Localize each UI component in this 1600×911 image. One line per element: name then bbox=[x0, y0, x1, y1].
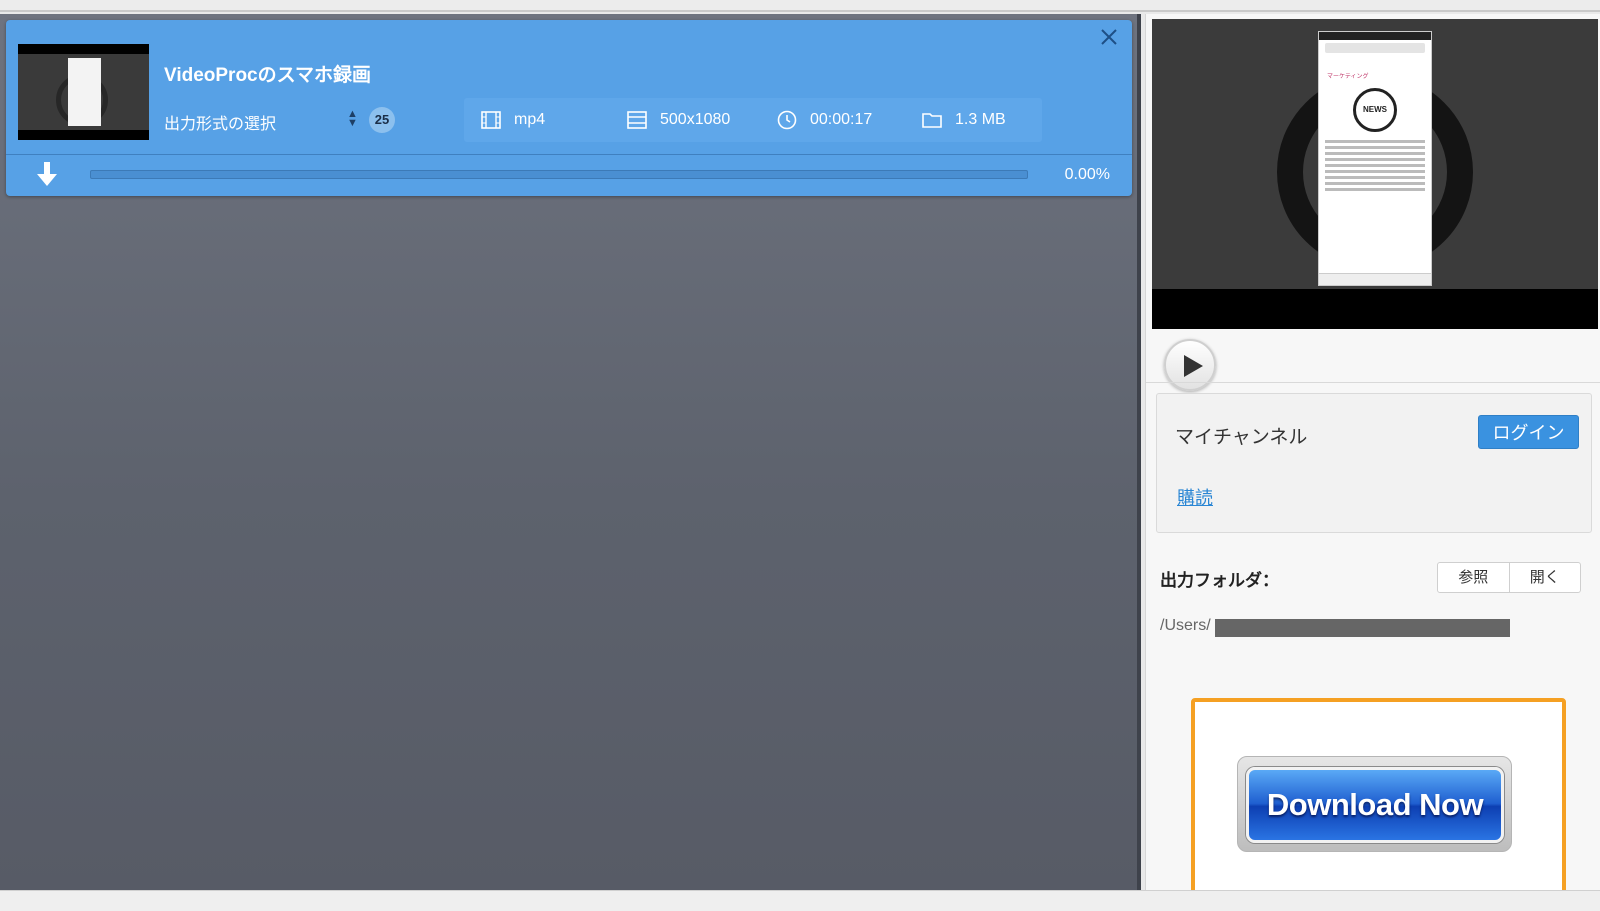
clock-icon bbox=[777, 110, 797, 130]
phone-screen: マーケティング NEWS bbox=[1318, 31, 1432, 286]
open-button[interactable]: 開く bbox=[1508, 563, 1581, 592]
format-value: mp4 bbox=[514, 111, 546, 128]
size-value: 1.3 MB bbox=[955, 111, 1006, 128]
task-title: VideoProcのスマホ録画 bbox=[164, 65, 372, 86]
output-format-selector[interactable]: 出力形式の選択 bbox=[164, 110, 276, 134]
format-info: mp4 bbox=[480, 109, 626, 131]
task-list-panel: VideoProcのスマホ録画 出力形式の選択 ▲ ▼ 25 mp4 500x10… bbox=[0, 14, 1141, 890]
play-icon bbox=[1184, 355, 1203, 377]
output-folder-label: 出力フォルダ： bbox=[1160, 571, 1279, 590]
news-globe-icon: NEWS bbox=[1353, 88, 1397, 132]
play-button[interactable] bbox=[1164, 339, 1216, 391]
film-icon bbox=[481, 111, 501, 129]
resolution-icon bbox=[627, 111, 647, 129]
window-bottom-bar bbox=[0, 890, 1600, 911]
side-panel: マーケティング NEWS マイチャンネル ログイン 購読 出力フォルダ： 参照 … bbox=[1145, 14, 1600, 898]
preview-divider bbox=[1146, 382, 1600, 383]
task-divider bbox=[6, 154, 1132, 155]
format-count-badge: 25 bbox=[369, 107, 395, 133]
sort-arrows-icon[interactable]: ▲ ▼ bbox=[347, 109, 358, 129]
video-info-strip: mp4 500x1080 00:00:17 1.3 MB bbox=[464, 98, 1042, 142]
channel-title: マイチャンネル bbox=[1175, 427, 1308, 448]
download-now-button[interactable]: Download Now bbox=[1246, 767, 1504, 843]
close-icon[interactable] bbox=[1098, 26, 1120, 48]
task-item[interactable]: VideoProcのスマホ録画 出力形式の選択 ▲ ▼ 25 mp4 500x10… bbox=[6, 20, 1132, 196]
download-now-bezel: Download Now bbox=[1237, 756, 1512, 852]
ad-highlight-frame: Download Now bbox=[1191, 698, 1566, 898]
video-thumbnail bbox=[18, 44, 149, 140]
phone-category-label: マーケティング bbox=[1327, 74, 1369, 80]
subscribe-link[interactable]: 購読 bbox=[1177, 484, 1213, 510]
size-info: 1.3 MB bbox=[921, 109, 1006, 131]
progress-bar bbox=[90, 170, 1028, 179]
resolution-value: 500x1080 bbox=[660, 111, 731, 128]
folder-icon bbox=[922, 113, 942, 128]
download-arrow-icon bbox=[36, 162, 58, 188]
folder-button-group: 参照 開く bbox=[1437, 562, 1581, 593]
redacted-path bbox=[1215, 619, 1510, 637]
window-top-bar bbox=[0, 0, 1600, 12]
video-preview[interactable]: マーケティング NEWS bbox=[1152, 19, 1598, 329]
login-button[interactable]: ログイン bbox=[1478, 415, 1579, 449]
progress-percent: 0.00% bbox=[1064, 166, 1110, 183]
output-folder-path: /Users/ bbox=[1160, 617, 1211, 634]
duration-value: 00:00:17 bbox=[810, 111, 873, 128]
channel-box: マイチャンネル ログイン 購読 bbox=[1156, 393, 1592, 533]
resolution-info: 500x1080 bbox=[626, 109, 776, 131]
browse-button[interactable]: 参照 bbox=[1438, 563, 1509, 592]
duration-info: 00:00:17 bbox=[776, 109, 921, 131]
